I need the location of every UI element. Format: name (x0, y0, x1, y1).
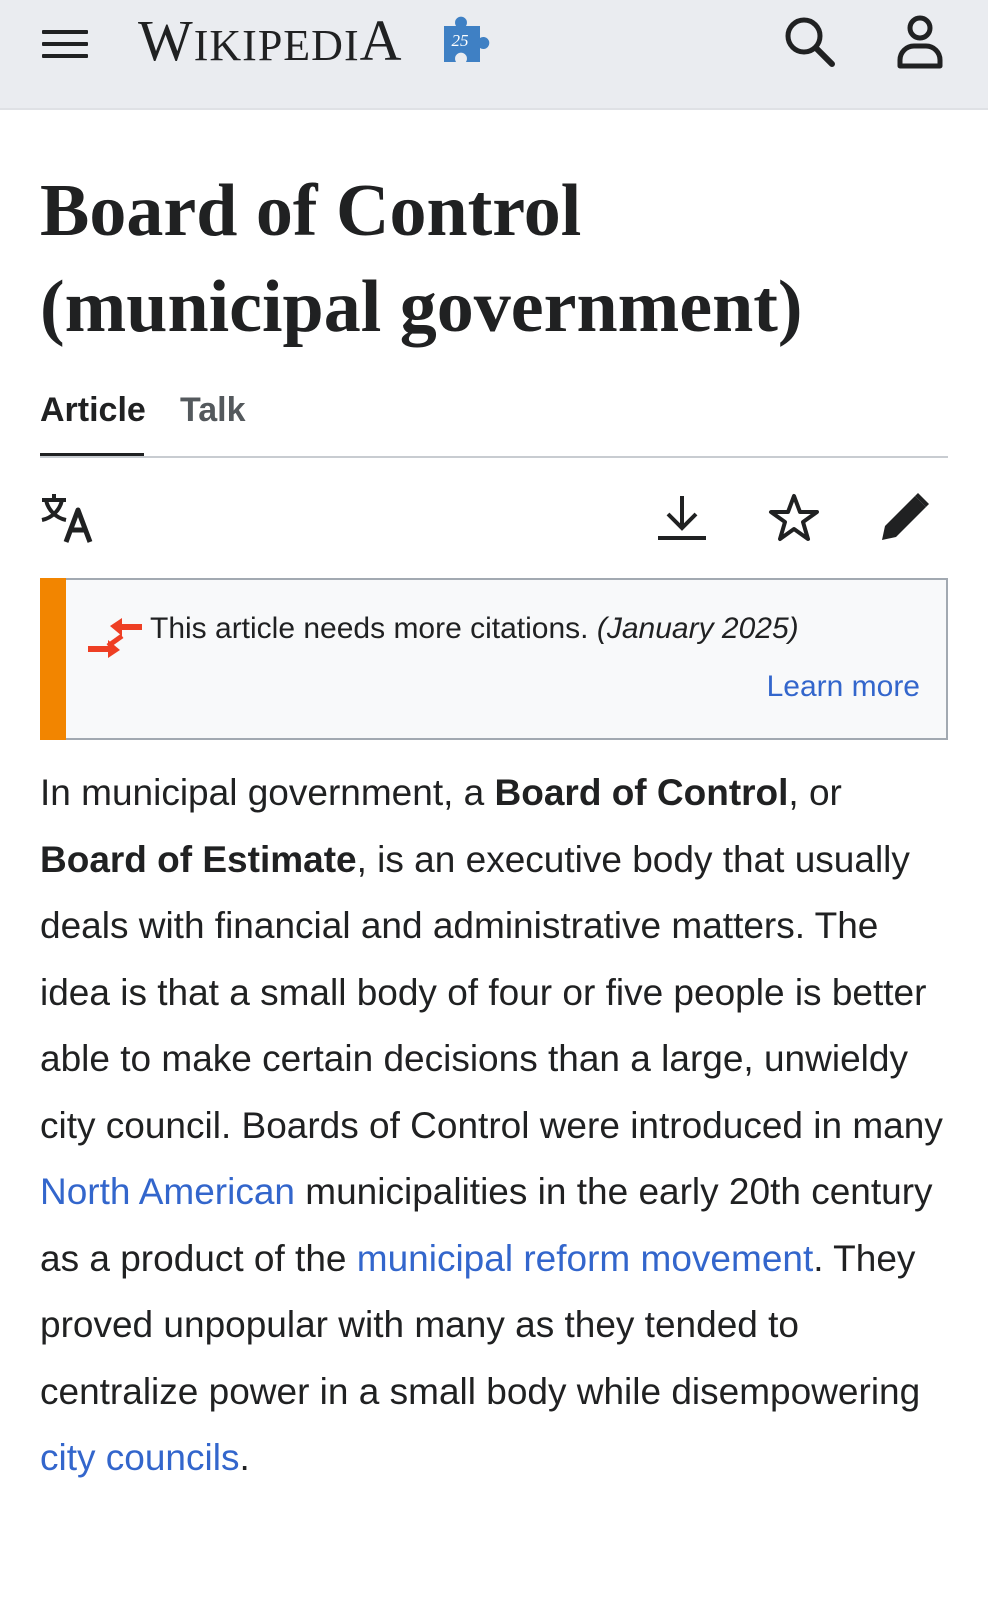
language-icon[interactable] (40, 492, 94, 544)
wordmark-letter-w: W (138, 8, 194, 73)
article-paragraph: In municipal government, a Board of Cont… (40, 760, 950, 1492)
wordmark-middle: IKIPEDI (193, 21, 360, 70)
svg-text:25: 25 (452, 31, 469, 50)
citation-notice: This article needs more citations. (Janu… (40, 578, 948, 740)
user-icon[interactable] (892, 12, 948, 72)
tabs-divider (40, 456, 948, 458)
tab-article[interactable]: Article (40, 386, 146, 458)
bold-term-board-of-control: Board of Control (494, 772, 789, 813)
search-icon[interactable] (782, 14, 838, 70)
wikipedia-wordmark[interactable]: WIKIPEDIA (138, 6, 403, 76)
top-bar: WIKIPEDIA 25 (0, 0, 988, 110)
wordmark-letter-a: A (359, 8, 403, 73)
paragraph-text: , is an executive body that usually deal… (40, 838, 943, 1146)
menu-icon[interactable] (42, 26, 90, 62)
puzzle-25-icon: 25 (444, 16, 490, 62)
notice-date: (January 2025) (596, 612, 799, 645)
bold-term-board-of-estimate: Board of Estimate (40, 838, 357, 880)
notice-message: This article needs more citations. (150, 612, 589, 645)
link-city-councils[interactable]: city councils (40, 1437, 239, 1478)
page-title: Board of Control (municipal government) (40, 163, 940, 355)
paragraph-text: , or (788, 772, 842, 813)
link-north-american[interactable]: North American (40, 1171, 295, 1212)
citation-arrows-icon (88, 618, 142, 658)
learn-more-link[interactable]: Learn more (767, 670, 920, 704)
tab-talk[interactable]: Talk (180, 386, 246, 458)
notice-text: This article needs more citations. (Janu… (150, 612, 799, 646)
paragraph-text: In municipal government, a (40, 772, 495, 813)
page-title-line1: Board of Control (40, 170, 582, 252)
notice-accent-bar (40, 578, 66, 740)
edit-icon[interactable] (878, 490, 932, 544)
star-icon[interactable] (768, 492, 820, 544)
tab-bar: Article Talk (40, 386, 948, 466)
paragraph-text: . (239, 1437, 250, 1478)
download-icon[interactable] (656, 492, 708, 544)
page-title-line2: (municipal government) (40, 266, 803, 348)
link-municipal-reform-movement[interactable]: municipal reform movement (357, 1238, 813, 1279)
